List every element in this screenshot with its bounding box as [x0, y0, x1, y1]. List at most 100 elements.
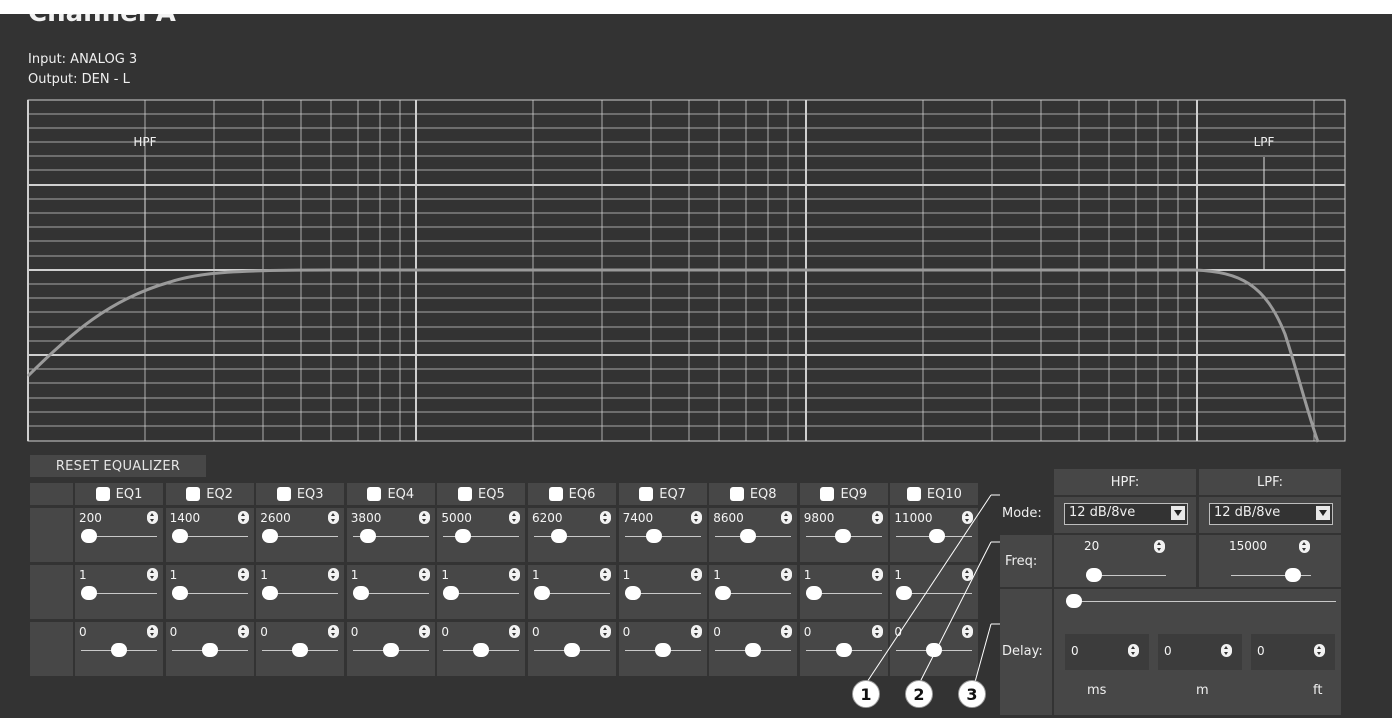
eq-freq-value[interactable]: 7400: [623, 511, 654, 525]
eq-gain-spinner[interactable]: [781, 625, 793, 638]
eq-enable-checkbox[interactable]: [820, 487, 835, 501]
eq-gain-value[interactable]: 0: [441, 625, 449, 639]
eq-gain-slider-knob[interactable]: [473, 643, 490, 657]
chevron-down-icon[interactable]: [1171, 506, 1185, 520]
eq-gain-spinner[interactable]: [237, 625, 249, 638]
eq-gain-spinner[interactable]: [690, 625, 702, 638]
eq-freq-spinner[interactable]: [147, 511, 158, 524]
eq-freq-spinner[interactable]: [509, 511, 521, 524]
eq-gain-slider-knob[interactable]: [292, 643, 309, 657]
eq-gain-slider-knob[interactable]: [745, 643, 762, 657]
delay-ft-value[interactable]: 0: [1257, 644, 1265, 658]
eq-q-slider-knob[interactable]: [171, 586, 188, 600]
eq-band-header[interactable]: EQ3: [256, 483, 345, 505]
reset-equalizer-button[interactable]: RESET EQUALIZER: [30, 455, 206, 477]
eq-freq-slider-knob[interactable]: [262, 529, 279, 543]
eq-freq-slider-knob[interactable]: [834, 529, 851, 543]
eq-gain-spinner[interactable]: [600, 625, 611, 638]
lpf-freq-value[interactable]: 15000: [1229, 539, 1267, 553]
eq-q-value[interactable]: 1: [532, 568, 540, 582]
eq-q-value[interactable]: 1: [804, 568, 812, 582]
eq-freq-spinner[interactable]: [962, 511, 974, 524]
eq-freq-slider-knob[interactable]: [740, 529, 757, 543]
hpf-mode-select[interactable]: 12 dB/8ve: [1064, 503, 1188, 525]
eq-enable-checkbox[interactable]: [276, 487, 291, 501]
eq-enable-checkbox[interactable]: [729, 487, 744, 501]
eq-band-header[interactable]: EQ6: [528, 483, 616, 505]
eq-freq-slider-knob[interactable]: [550, 529, 567, 543]
eq-freq-slider-knob[interactable]: [171, 529, 188, 543]
eq-gain-slider-knob[interactable]: [564, 643, 580, 657]
eq-freq-slider-knob[interactable]: [81, 529, 97, 543]
eq-freq-spinner[interactable]: [781, 511, 793, 524]
eq-freq-slider-knob[interactable]: [455, 529, 472, 543]
eq-enable-checkbox[interactable]: [458, 487, 473, 501]
eq-q-slider-knob[interactable]: [443, 586, 460, 600]
eq-freq-value[interactable]: 3800: [351, 511, 382, 525]
eq-enable-checkbox[interactable]: [95, 487, 110, 501]
eq-enable-checkbox[interactable]: [186, 487, 201, 501]
delay-ms-value[interactable]: 0: [1071, 644, 1079, 658]
delay-ft-spinner[interactable]: [1314, 644, 1325, 657]
eq-band-header[interactable]: EQ10: [890, 483, 979, 505]
eq-band-header[interactable]: EQ8: [709, 483, 798, 505]
eq-freq-slider-knob[interactable]: [929, 529, 946, 543]
eq-freq-value[interactable]: 200: [79, 511, 102, 525]
delay-m-value[interactable]: 0: [1164, 644, 1172, 658]
eq-q-slider-knob[interactable]: [81, 586, 97, 600]
eq-q-slider-knob[interactable]: [896, 586, 913, 600]
eq-q-value[interactable]: 1: [170, 568, 178, 582]
eq-q-spinner[interactable]: [328, 568, 340, 581]
eq-q-spinner[interactable]: [418, 568, 430, 581]
delay-m-spinner[interactable]: [1221, 644, 1232, 657]
eq-band-header[interactable]: EQ1: [75, 483, 163, 505]
eq-freq-value[interactable]: 5000: [441, 511, 472, 525]
eq-q-value[interactable]: 1: [351, 568, 359, 582]
eq-gain-value[interactable]: 0: [351, 625, 359, 639]
eq-freq-spinner[interactable]: [600, 511, 611, 524]
eq-freq-value[interactable]: 6200: [532, 511, 563, 525]
eq-gain-slider-knob[interactable]: [835, 643, 852, 657]
eq-band-header[interactable]: EQ4: [346, 483, 435, 505]
eq-q-slider-knob[interactable]: [715, 586, 732, 600]
eq-q-slider-knob[interactable]: [805, 586, 822, 600]
eq-enable-checkbox[interactable]: [548, 487, 563, 501]
eq-freq-value[interactable]: 11000: [894, 511, 932, 525]
delay-slider-knob[interactable]: [1066, 594, 1082, 608]
eq-freq-spinner[interactable]: [328, 511, 340, 524]
eq-freq-value[interactable]: 1400: [170, 511, 201, 525]
eq-band-header[interactable]: EQ2: [165, 483, 254, 505]
eq-freq-spinner[interactable]: [690, 511, 702, 524]
eq-band-header[interactable]: EQ5: [437, 483, 526, 505]
eq-freq-spinner[interactable]: [871, 511, 883, 524]
eq-freq-value[interactable]: 2600: [260, 511, 291, 525]
eq-q-spinner[interactable]: [509, 568, 521, 581]
eq-q-spinner[interactable]: [237, 568, 249, 581]
eq-q-value[interactable]: 1: [260, 568, 268, 582]
eq-gain-spinner[interactable]: [147, 625, 158, 638]
eq-q-slider-knob[interactable]: [262, 586, 279, 600]
chevron-down-icon[interactable]: [1316, 506, 1330, 520]
eq-q-value[interactable]: 1: [623, 568, 631, 582]
eq-gain-value[interactable]: 0: [804, 625, 812, 639]
eq-gain-spinner[interactable]: [509, 625, 521, 638]
hpf-freq-spinner[interactable]: [1154, 540, 1165, 553]
eq-q-spinner[interactable]: [147, 568, 158, 581]
eq-gain-slider-knob[interactable]: [926, 643, 943, 657]
eq-q-value[interactable]: 1: [79, 568, 87, 582]
eq-q-slider-knob[interactable]: [352, 586, 369, 600]
eq-gain-value[interactable]: 0: [260, 625, 268, 639]
eq-gain-value[interactable]: 0: [170, 625, 178, 639]
eq-q-spinner[interactable]: [781, 568, 793, 581]
lpf-mode-select[interactable]: 12 dB/8ve: [1209, 503, 1333, 525]
eq-enable-checkbox[interactable]: [367, 487, 382, 501]
eq-gain-value[interactable]: 0: [532, 625, 540, 639]
eq-q-spinner[interactable]: [962, 568, 974, 581]
eq-gain-value[interactable]: 0: [623, 625, 631, 639]
eq-freq-spinner[interactable]: [237, 511, 249, 524]
eq-gain-slider-knob[interactable]: [382, 643, 399, 657]
lpf-freq-slider-knob[interactable]: [1285, 568, 1302, 582]
eq-freq-slider-knob[interactable]: [359, 529, 376, 543]
eq-gain-value[interactable]: 0: [713, 625, 721, 639]
eq-gain-spinner[interactable]: [962, 625, 974, 638]
